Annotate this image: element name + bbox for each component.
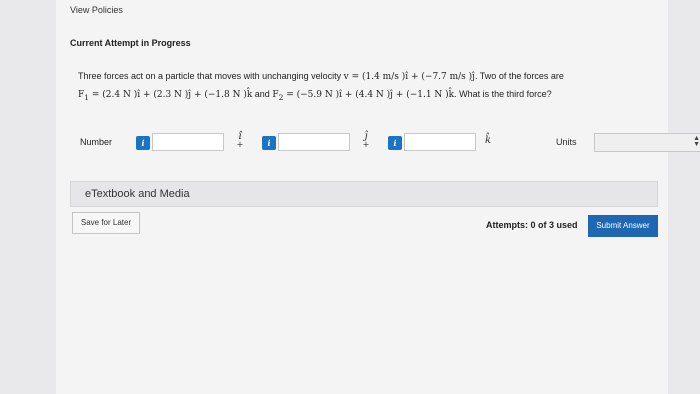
velocity-y: (−7.7 m/s )ĵ [421, 72, 475, 82]
velocity-x: (1.4 m/s )î + [362, 72, 422, 82]
problem-intro: Three forces act on a particle that move… [78, 71, 344, 81]
etextbook-media-bar[interactable]: eTextbook and Media [70, 181, 658, 207]
save-for-later-button[interactable]: Save for Later [72, 212, 140, 234]
plus-sign: + [236, 140, 244, 149]
force1-symbol: F1 [78, 90, 89, 102]
units-label: Units [556, 137, 577, 147]
attempt-heading: Current Attempt in Progress [70, 38, 191, 48]
submit-answer-button[interactable]: Submit Answer [588, 215, 658, 237]
force2-expression: = (−5.9 N )î + (4.4 N )ĵ + (−1.1 N )k̂ [283, 90, 455, 100]
force1-expression: = (2.4 N )î + (2.3 N )ĵ + (−1.8 N )k̂ [89, 90, 253, 100]
x-component-input[interactable] [152, 133, 224, 151]
question-text: . What is the third force? [454, 89, 552, 99]
view-policies-link[interactable]: View Policies [70, 5, 123, 15]
k-hat-symbol: k̂ [484, 135, 492, 146]
i-hat-symbol: î + [234, 131, 246, 149]
etextbook-label: eTextbook and Media [85, 188, 190, 200]
number-label: Number [80, 137, 113, 147]
force2-symbol: F2 [272, 90, 283, 102]
attempts-counter: Attempts: 0 of 3 used [486, 220, 578, 230]
info-icon-x[interactable]: i [136, 136, 150, 150]
select-arrows-icon: ▲ ▼ [693, 135, 700, 148]
answer-row: Number i î + i ĵ + i k̂ Units ▲ ▼ [78, 131, 700, 155]
assignment-page: View Policies Current Attempt in Progres… [56, 0, 700, 394]
z-component-input[interactable] [404, 133, 476, 151]
y-component-input[interactable] [278, 133, 350, 151]
plus-sign: + [362, 140, 370, 149]
info-icon-y[interactable]: i [262, 136, 276, 150]
velocity-equals: = [348, 72, 362, 82]
problem-statement: Three forces act on a particle that move… [78, 68, 658, 106]
and-text: and [252, 89, 273, 99]
j-hat-symbol: ĵ + [360, 131, 372, 149]
problem-line1-tail: . Two of the forces are [474, 71, 564, 81]
info-icon-z[interactable]: i [388, 136, 402, 150]
units-select[interactable]: ▲ ▼ [594, 133, 700, 152]
